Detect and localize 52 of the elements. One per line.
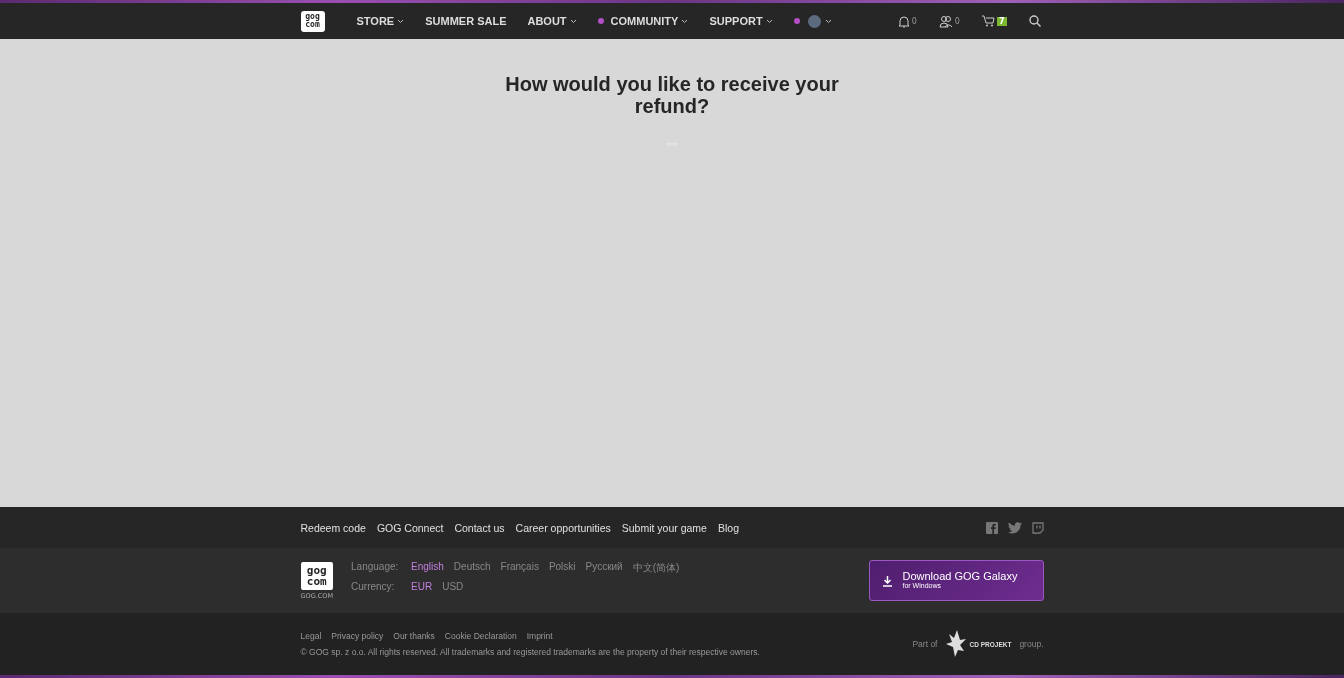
caret-icon [397, 18, 405, 24]
friends-count: 0 [954, 16, 960, 26]
gog-logo[interactable]: gog com [300, 10, 325, 32]
language-option[interactable]: Русский [585, 561, 623, 575]
facebook-icon[interactable] [985, 521, 998, 534]
legal-link[interactable]: Cookie Declaration [444, 631, 517, 641]
nav-menu-item[interactable]: SUMMER SALE [425, 15, 507, 27]
legal-link[interactable]: Our thanks [393, 631, 435, 641]
footer-link[interactable]: Submit your game [621, 521, 707, 534]
copyright-text: © GOG sp. z o.o. All rights reserved. All trademarks and registered trademarks are the property of their respective owners. [300, 647, 760, 657]
bell-icon[interactable] [897, 14, 910, 28]
nav-menu-item[interactable]: STORE [356, 15, 405, 27]
account-menu[interactable] [793, 14, 832, 28]
gog-logo[interactable]: gog com [300, 561, 333, 590]
legal-link[interactable]: Privacy policy [331, 631, 384, 641]
currency-label: Currency: [351, 581, 396, 592]
language-option[interactable]: English [411, 561, 444, 575]
cart-count: 7 [996, 16, 1007, 26]
nav-menu-item[interactable]: SUPPORT [709, 15, 773, 27]
legal-link[interactable]: Imprint [526, 631, 553, 641]
notification-dot-icon [597, 18, 604, 24]
footer-link[interactable]: Contact us [454, 521, 505, 534]
legal-link[interactable]: Legal [300, 631, 322, 641]
language-option[interactable]: 中文(简体) [632, 561, 680, 575]
download-icon [881, 574, 893, 587]
language-option[interactable]: Deutsch [453, 561, 491, 575]
caret-icon [569, 18, 577, 24]
part-of-text: Part of [912, 639, 938, 649]
footer-link[interactable]: Career opportunities [515, 521, 611, 534]
caret-icon [681, 18, 689, 24]
nav-menu-item[interactable]: COMMUNITY [597, 15, 689, 27]
footer-link[interactable]: GOG Connect [376, 521, 444, 534]
language-label: Language: [351, 561, 400, 574]
avatar-icon [807, 14, 821, 28]
twitter-icon[interactable] [1007, 521, 1022, 534]
currency-option[interactable]: EUR [411, 581, 433, 592]
notification-dot-icon [793, 18, 800, 24]
page-heading: How would you like to receive your refund? [504, 73, 840, 117]
caret-icon [765, 18, 773, 24]
footer-link[interactable]: Redeem code [300, 521, 366, 534]
cart-icon[interactable] [981, 15, 995, 27]
notification-count: 0 [911, 16, 917, 26]
twitch-icon[interactable] [1031, 521, 1044, 534]
search-icon[interactable] [1028, 15, 1041, 27]
currency-option[interactable]: USD [442, 581, 464, 592]
footer-link[interactable]: Blog [717, 521, 739, 534]
nav-menu-item[interactable]: ABOUT [527, 15, 577, 27]
language-option[interactable]: Français [500, 561, 539, 575]
caret-icon [824, 18, 832, 24]
friends-icon[interactable] [938, 14, 953, 28]
group-text: group. [1019, 639, 1044, 649]
language-option[interactable]: Polski [548, 561, 576, 575]
